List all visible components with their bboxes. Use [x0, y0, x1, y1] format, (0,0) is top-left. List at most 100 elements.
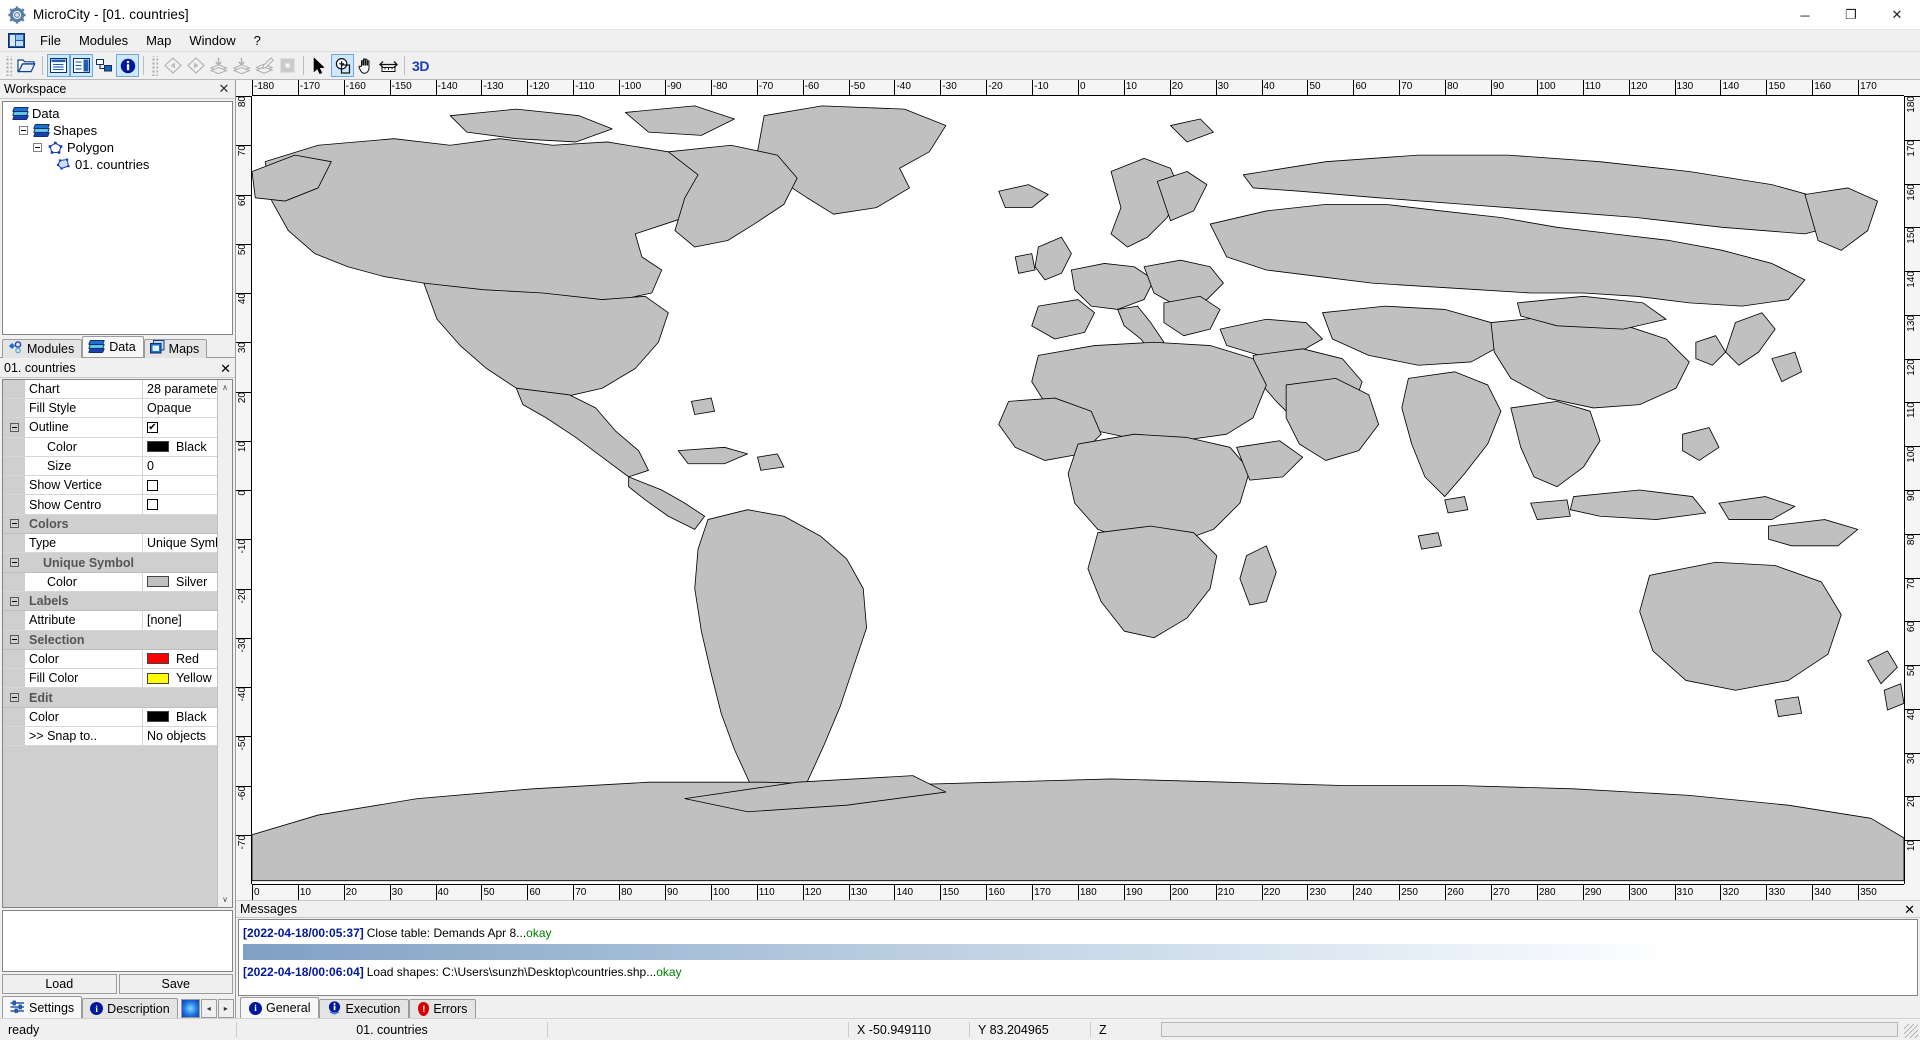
property-value[interactable]: [143, 476, 217, 495]
property-value[interactable]: Yellow: [143, 669, 217, 688]
checkbox-icon[interactable]: [147, 499, 158, 511]
scroll-up-icon[interactable]: ∧: [217, 379, 232, 395]
property-row[interactable]: Type Unique Symbol: [3, 534, 217, 554]
property-row[interactable]: >> Snap to.. No objects: [3, 727, 217, 747]
expander-minus-icon[interactable]: [9, 596, 19, 606]
toolbar-grip[interactable]: [151, 55, 158, 76]
workspace-tree[interactable]: Data Shapes Polygon 01. countries: [2, 101, 233, 335]
property-row[interactable]: Fill Color Yellow: [3, 669, 217, 689]
property-value[interactable]: [143, 630, 217, 649]
arrow-left-diamond-icon[interactable]: [161, 54, 184, 77]
tab-settings[interactable]: Settings: [2, 996, 83, 1019]
property-row[interactable]: Show Centro: [3, 495, 217, 515]
expander-minus-icon[interactable]: [33, 143, 42, 152]
property-row[interactable]: Color Black: [3, 437, 217, 457]
menu-window[interactable]: Window: [180, 31, 244, 51]
expander-minus-icon[interactable]: [9, 635, 19, 645]
tab-description[interactable]: i Description: [82, 998, 178, 1019]
hand-icon[interactable]: [354, 54, 377, 77]
properties-scrollbar[interactable]: ∧ ∨: [217, 379, 232, 908]
save-button[interactable]: Save: [118, 974, 233, 995]
color-swatch[interactable]: [147, 576, 169, 588]
property-value[interactable]: [143, 495, 217, 514]
property-value[interactable]: [143, 553, 217, 572]
checkbox-icon[interactable]: [147, 479, 158, 491]
tab-data[interactable]: Data: [82, 335, 144, 357]
arrow-cursor-icon[interactable]: [308, 54, 331, 77]
expander-minus-icon[interactable]: [19, 126, 28, 135]
property-group-row[interactable]: Unique Symbol: [3, 553, 217, 573]
tree-icon[interactable]: [93, 54, 116, 77]
world-map[interactable]: [252, 96, 1904, 884]
messages-close-icon[interactable]: ✕: [1904, 902, 1915, 918]
tab-errors[interactable]: ! Errors: [409, 999, 477, 1018]
map-canvas[interactable]: [252, 96, 1904, 884]
close-button[interactable]: ✕: [1874, 0, 1920, 30]
attribute-table-icon[interactable]: [70, 54, 93, 77]
property-value[interactable]: 0: [143, 456, 217, 476]
messages-body[interactable]: [2022-04-18/00:05:37] Close table: Deman…: [238, 919, 1918, 996]
zoom-rect-icon[interactable]: [331, 54, 354, 77]
property-value[interactable]: [none]: [143, 611, 217, 630]
property-value[interactable]: 28 parameters: [143, 379, 217, 398]
arrow-right-diamond-icon[interactable]: [184, 54, 207, 77]
property-row[interactable]: Size 0: [3, 456, 217, 477]
resize-grip[interactable]: [1904, 1024, 1918, 1038]
color-swatch[interactable]: [147, 711, 169, 723]
pencil-stack-icon[interactable]: [253, 54, 276, 77]
tree-item-shapes[interactable]: Shapes: [3, 122, 232, 139]
tree-item-data[interactable]: Data: [3, 105, 232, 122]
scroll-down-icon[interactable]: ∨: [217, 892, 232, 908]
property-value[interactable]: [143, 514, 217, 534]
color-swatch[interactable]: [147, 653, 169, 665]
description-box[interactable]: [2, 910, 233, 973]
property-row[interactable]: Color Black: [3, 707, 217, 728]
property-row[interactable]: Attribute [none]: [3, 611, 217, 631]
export-stack-icon[interactable]: [230, 54, 253, 77]
property-row[interactable]: Show Vertice: [3, 476, 217, 496]
maximize-button[interactable]: ❐: [1828, 0, 1874, 30]
property-value[interactable]: Black: [143, 707, 217, 727]
menu-modules[interactable]: Modules: [70, 31, 137, 51]
property-value[interactable]: Red: [143, 649, 217, 669]
property-value[interactable]: No objects: [143, 727, 217, 746]
toolbar-grip[interactable]: [5, 55, 12, 76]
tab-prev-button[interactable]: ◂: [200, 999, 217, 1019]
expander-minus-icon[interactable]: [9, 558, 19, 567]
color-swatch[interactable]: [147, 672, 169, 684]
tab-next-button[interactable]: ▸: [217, 999, 234, 1019]
checkbox-checked-icon[interactable]: ✔: [147, 421, 158, 433]
load-button[interactable]: Load: [2, 974, 117, 995]
square-icon[interactable]: [276, 54, 299, 77]
expander-minus-icon[interactable]: [9, 422, 19, 432]
3d-icon[interactable]: 3D: [409, 54, 432, 77]
import-stack-icon[interactable]: [207, 54, 230, 77]
property-value[interactable]: Opaque: [143, 398, 217, 418]
menu-help[interactable]: ?: [245, 31, 270, 51]
property-row[interactable]: Color Red: [3, 649, 217, 670]
properties-close-icon[interactable]: ✕: [220, 361, 231, 377]
measure-ruler-icon[interactable]: [377, 54, 400, 77]
expander-minus-icon[interactable]: [9, 693, 19, 703]
workspace-close-icon[interactable]: ✕: [217, 82, 231, 96]
property-row[interactable]: Color Silver: [3, 572, 217, 592]
menu-map[interactable]: Map: [137, 31, 180, 51]
menu-file[interactable]: File: [31, 31, 70, 51]
property-group-row[interactable]: Labels: [3, 591, 217, 612]
property-row[interactable]: Outline ✔: [3, 418, 217, 438]
tab-maps[interactable]: Maps: [143, 338, 208, 358]
property-value[interactable]: [143, 688, 217, 707]
color-preview-swatch[interactable]: [180, 999, 200, 1019]
tab-modules[interactable]: Modules: [2, 338, 83, 358]
property-group-row[interactable]: Selection: [3, 630, 217, 650]
tab-execution[interactable]: Execution: [319, 999, 410, 1018]
property-row[interactable]: Fill Style Opaque: [3, 398, 217, 419]
property-group-row[interactable]: Edit: [3, 688, 217, 708]
properties-grid[interactable]: Chart 28 parameters Fill Style Opaque Outlin…: [2, 378, 233, 909]
property-row[interactable]: Chart 28 parameters: [3, 379, 217, 399]
property-value[interactable]: [143, 591, 217, 611]
property-group-row[interactable]: Colors: [3, 514, 217, 535]
minimize-button[interactable]: ─: [1782, 0, 1828, 30]
open-folder-icon[interactable]: [15, 54, 38, 77]
property-value[interactable]: Silver: [143, 572, 217, 591]
